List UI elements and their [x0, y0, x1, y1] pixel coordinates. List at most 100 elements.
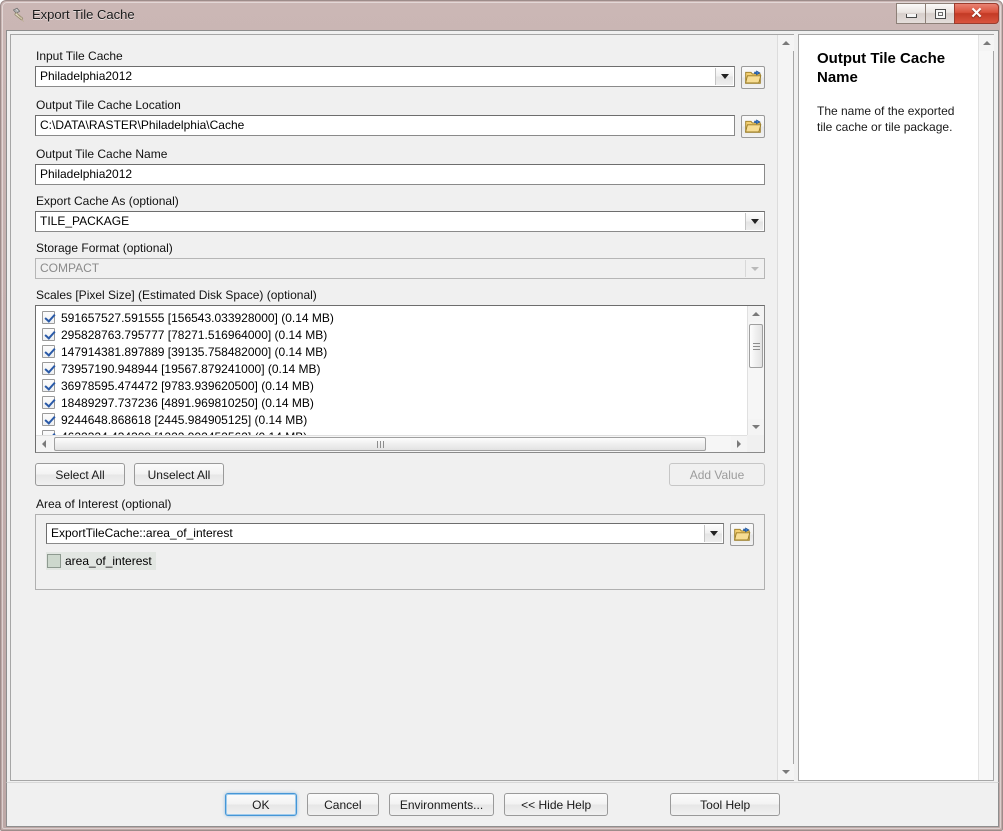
open-folder-icon — [744, 70, 761, 84]
list-item[interactable]: area_of_interest — [46, 552, 156, 570]
scale-checkbox[interactable] — [42, 413, 55, 426]
storage-format-combo: COMPACT — [35, 258, 765, 279]
unselect-all-button[interactable]: Unselect All — [134, 463, 224, 486]
output-name-label: Output Tile Cache Name — [36, 147, 168, 161]
close-icon: ✕ — [970, 5, 983, 22]
select-all-button[interactable]: Select All — [35, 463, 125, 486]
scroll-right-icon[interactable] — [731, 436, 747, 452]
table-row[interactable]: 18489297.737236 [4891.969810250] (0.14 M… — [42, 394, 747, 411]
hide-help-button[interactable]: << Hide Help — [504, 793, 609, 816]
scale-checkbox[interactable] — [42, 362, 55, 375]
scrollbar-thumb[interactable] — [749, 324, 763, 368]
cancel-button[interactable]: Cancel — [306, 793, 379, 816]
table-row[interactable]: 4622324.434309 [1222.992452562] (0.14 MB… — [42, 428, 747, 435]
chevron-down-icon[interactable] — [745, 213, 763, 230]
chevron-down-icon[interactable] — [715, 68, 733, 85]
help-text: The name of the exported tile cache or t… — [817, 104, 955, 134]
table-row[interactable]: 147914381.897889 [39135.758482000] (0.14… — [42, 343, 747, 360]
help-title: Output Tile Cache Name — [817, 50, 946, 86]
list-item-label: area_of_interest — [65, 554, 152, 568]
output-location-label: Output Tile Cache Location — [36, 98, 181, 112]
dialog-footer: OK Cancel Environments... << Hide Help T… — [6, 782, 999, 827]
storage-format-label: Storage Format (optional) — [36, 241, 173, 255]
scale-checkbox[interactable] — [42, 396, 55, 409]
scales-vertical-scrollbar[interactable] — [747, 306, 764, 435]
browse-output-location-button[interactable] — [741, 115, 765, 138]
input-tile-cache-row: Philadelphia2012 — [35, 66, 777, 89]
scrollbar-thumb[interactable] — [54, 437, 706, 451]
area-of-interest-label: Area of Interest (optional) — [36, 497, 172, 511]
parameters-form: Input Tile Cache Philadelphia2012 Output… — [11, 35, 777, 590]
export-cache-as-value: TILE_PACKAGE — [40, 214, 130, 228]
input-tile-cache-label: Input Tile Cache — [36, 49, 123, 63]
scroll-up-icon[interactable] — [748, 306, 764, 322]
window-title: Export Tile Cache — [32, 7, 135, 22]
export-cache-as-combo[interactable]: TILE_PACKAGE — [35, 211, 765, 232]
area-of-interest-combo[interactable]: ExportTileCache::area_of_interest — [46, 523, 724, 544]
scale-label: 147914381.897889 [39135.758482000] (0.14… — [61, 344, 328, 359]
scroll-down-icon[interactable] — [778, 764, 794, 780]
minimize-button[interactable] — [896, 3, 925, 24]
maximize-button[interactable] — [925, 3, 954, 24]
scroll-up-icon[interactable] — [778, 35, 794, 51]
open-folder-icon — [744, 119, 761, 133]
table-row[interactable]: 295828763.795777 [78271.516964000] (0.14… — [42, 326, 747, 343]
help-panel: Output Tile Cache Name The name of the e… — [798, 34, 994, 781]
input-tile-cache-value: Philadelphia2012 — [40, 69, 133, 83]
input-tile-cache-combo[interactable]: Philadelphia2012 — [35, 66, 735, 87]
parameters-panel-scrollbar[interactable] — [777, 35, 794, 780]
export-tile-cache-window: Export Tile Cache ✕ Input Tile Cache Phi… — [0, 0, 1003, 831]
area-of-interest-group: ExportTileCache::area_of_interest area_o… — [35, 514, 765, 590]
table-row[interactable]: 591657527.591555 [156543.033928000] (0.1… — [42, 309, 747, 326]
scales-horizontal-scrollbar[interactable] — [36, 435, 764, 452]
layer-swatch-icon — [47, 554, 61, 568]
help-content: Output Tile Cache Name The name of the e… — [799, 35, 978, 780]
add-value-button: Add Value — [669, 463, 765, 486]
export-cache-as-label: Export Cache As (optional) — [36, 194, 179, 208]
browse-input-tile-cache-button[interactable] — [741, 66, 765, 89]
output-location-row: C:\DATA\RASTER\Philadelphia\Cache — [35, 115, 777, 138]
chevron-down-icon[interactable] — [704, 525, 722, 542]
minimize-icon — [905, 14, 917, 18]
scale-label: 73957190.948944 [19567.879241000] (0.14 … — [61, 361, 321, 376]
scroll-down-icon[interactable] — [748, 419, 764, 435]
ok-button[interactable]: OK — [224, 793, 297, 816]
area-of-interest-row: ExportTileCache::area_of_interest — [46, 523, 754, 546]
environments-button[interactable]: Environments... — [388, 793, 495, 816]
scale-label: 9244648.868618 [2445.984905125] (0.14 MB… — [61, 412, 308, 427]
scale-label: 18489297.737236 [4891.969810250] (0.14 M… — [61, 395, 314, 410]
scales-actions-row: Select All Unselect All Add Value — [35, 463, 765, 486]
scales-list-items: 591657527.591555 [156543.033928000] (0.1… — [36, 306, 747, 435]
output-name-input[interactable]: Philadelphia2012 — [35, 164, 765, 185]
scrollbar-corner — [747, 435, 764, 452]
window-controls: ✕ — [896, 3, 999, 25]
scale-checkbox[interactable] — [42, 328, 55, 341]
scale-label: 591657527.591555 [156543.033928000] (0.1… — [61, 310, 334, 325]
area-of-interest-list[interactable]: area_of_interest — [46, 552, 754, 588]
scales-label: Scales [Pixel Size] (Estimated Disk Spac… — [36, 288, 317, 302]
area-of-interest-value: ExportTileCache::area_of_interest — [51, 526, 233, 540]
table-row[interactable]: 9244648.868618 [2445.984905125] (0.14 MB… — [42, 411, 747, 428]
dialog-client-area: Input Tile Cache Philadelphia2012 Output… — [6, 30, 999, 827]
table-row[interactable]: 73957190.948944 [19567.879241000] (0.14 … — [42, 360, 747, 377]
table-row[interactable]: 36978595.474472 [9783.939620500] (0.14 M… — [42, 377, 747, 394]
chevron-down-icon — [745, 260, 763, 277]
parameters-panel: Input Tile Cache Philadelphia2012 Output… — [10, 34, 794, 781]
close-button[interactable]: ✕ — [954, 3, 999, 24]
scale-label: 295828763.795777 [78271.516964000] (0.14… — [61, 327, 328, 342]
browse-area-of-interest-button[interactable] — [730, 523, 754, 546]
tool-help-button[interactable]: Tool Help — [670, 793, 781, 816]
output-location-input[interactable]: C:\DATA\RASTER\Philadelphia\Cache — [35, 115, 735, 136]
scroll-up-icon[interactable] — [979, 35, 994, 51]
scale-checkbox[interactable] — [42, 311, 55, 324]
scales-listbox[interactable]: 591657527.591555 [156543.033928000] (0.1… — [35, 305, 765, 453]
maximize-icon — [934, 8, 946, 19]
hammer-tool-icon — [10, 7, 28, 25]
scroll-left-icon[interactable] — [36, 436, 52, 452]
title-bar: Export Tile Cache ✕ — [1, 1, 1003, 30]
help-panel-scrollbar[interactable] — [978, 35, 994, 780]
scale-checkbox[interactable] — [42, 345, 55, 358]
open-folder-icon — [733, 527, 750, 541]
storage-format-value: COMPACT — [40, 261, 100, 275]
scale-checkbox[interactable] — [42, 379, 55, 392]
